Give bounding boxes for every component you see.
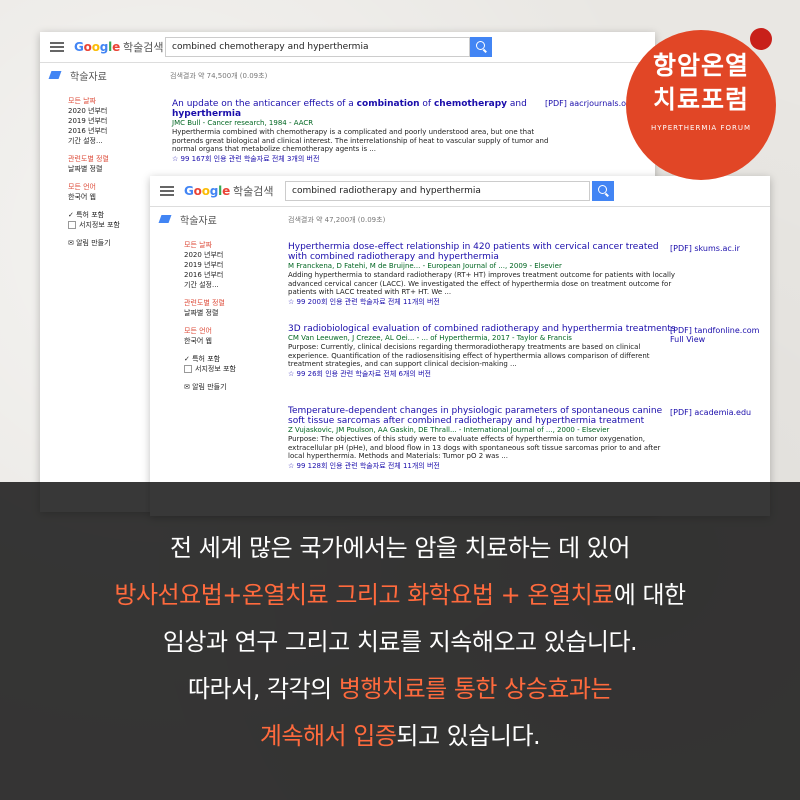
scholar-window-radiotherapy: Google 학술검색 combined radiotherapy and hy… [150, 176, 770, 516]
sidebar-item-since-2016[interactable]: 2016 년부터 [68, 126, 178, 136]
hamburger-menu-icon[interactable] [160, 184, 174, 198]
sidebar-item-custom-range[interactable]: 기간 설정... [184, 280, 294, 290]
search-result: An update on the anticancer effects of a… [172, 99, 562, 164]
sidebar-item-any-time[interactable]: 모든 날짜 [68, 96, 178, 106]
search-icon [476, 41, 485, 50]
sidebar-item-korean[interactable]: 한국어 웹 [184, 336, 294, 346]
caption-line1: 전 세계 많은 국가에서는 암을 치료하는 데 있어 [170, 534, 630, 562]
sidebar-checkbox-citations[interactable]: 서지정보 포함 [184, 364, 294, 374]
result-meta: M Franckena, D Fatehi, M de Bruijne... -… [288, 262, 562, 270]
search-input[interactable]: combined radiotherapy and hyperthermia [285, 181, 590, 201]
badge-line1: 항암온열 [652, 51, 749, 80]
sidebar-item-custom-range[interactable]: 기간 설정... [68, 136, 178, 146]
sidebar-item-since-2019[interactable]: 2019 년부터 [68, 116, 178, 126]
caption-line3: 임상과 연구 그리고 치료를 지속해오고 있습니다. [162, 628, 638, 656]
result-count: 검색결과 약 74,500개 (0.09초) [170, 72, 268, 80]
result-meta: CM Van Leeuwen, J Crezee, AL Oei... - ..… [288, 334, 572, 342]
sub-bar: 학술자료 검색결과 약 47,200개 (0.09초) [150, 207, 770, 231]
sidebar-item-since-2019[interactable]: 2019 년부터 [184, 260, 294, 270]
forum-badge-logo: 항암온열 치료포럼 HYPERTHERMIA FORUM [626, 28, 776, 180]
sidebar-item-any-time[interactable]: 모든 날짜 [184, 240, 294, 250]
sidebar: 모든 날짜 2020 년부터 2019 년부터 2016 년부터 기간 설정..… [184, 240, 294, 392]
search-result: Hyperthermia dose-effect relationship in… [288, 242, 678, 307]
result-actions[interactable]: ☆ 99 200회 인용 관련 학술자료 전체 11개의 버전 [288, 297, 678, 307]
search-icon [598, 185, 607, 194]
result-title-link[interactable]: Temperature-dependent changes in physiol… [288, 406, 678, 426]
result-title-link[interactable]: Hyperthermia dose-effect relationship in… [288, 242, 678, 262]
hamburger-menu-icon[interactable] [50, 40, 64, 54]
sidebar-item-since-2016[interactable]: 2016 년부터 [184, 270, 294, 280]
badge-line3: HYPERTHERMIA FORUM [650, 124, 752, 132]
result-pdf-link[interactable]: [PDF] academia.edu [670, 408, 751, 417]
result-meta: JMC Bull - Cancer research, 1984 - AACR [172, 119, 314, 127]
sub-bar: 학술자료 검색결과 약 74,500개 (0.09초) [40, 63, 655, 87]
result-pdf-link[interactable]: [PDF] tandfonline.com Full View [670, 326, 759, 344]
result-title-link[interactable]: An update on the anticancer effects of a… [172, 99, 562, 119]
search-button[interactable] [592, 181, 614, 201]
search-result: 3D radiobiological evaluation of combine… [288, 324, 678, 379]
google-logo[interactable]: Google [184, 184, 230, 198]
result-snippet: Hyperthermia combined with chemotherapy … [172, 128, 549, 153]
search-result: Temperature-dependent changes in physiol… [288, 406, 678, 471]
result-actions[interactable]: ☆ 99 167회 인용 관련 학술자료 전체 3개의 버전 [172, 154, 562, 164]
scholar-cap-icon [158, 215, 172, 223]
scholar-cap-icon [48, 71, 62, 79]
result-actions[interactable]: ☆ 99 26회 인용 관련 학술자료 전체 6개의 버전 [288, 369, 678, 379]
sidebar-item-sort-date[interactable]: 날짜별 정렬 [68, 164, 178, 174]
scholar-label: 학술검색 [233, 185, 274, 198]
top-bar: Google 학술검색 combined chemotherapy and hy… [40, 32, 655, 63]
result-pdf-link[interactable]: [PDF] aacrjournals.org [545, 99, 634, 108]
badge-line2: 치료포럼 [652, 85, 749, 114]
sidebar-item-since-2020[interactable]: 2020 년부터 [68, 106, 178, 116]
result-pdf-link[interactable]: [PDF] skums.ac.ir [670, 244, 740, 253]
sidebar-item-sort-relevance[interactable]: 관련도별 정렬 [68, 154, 178, 164]
result-title-link[interactable]: 3D radiobiological evaluation of combine… [288, 324, 678, 334]
search-button[interactable] [470, 37, 492, 57]
scholar-label: 학술검색 [123, 41, 164, 54]
sidebar-item-sort-relevance[interactable]: 관련도별 정렬 [184, 298, 294, 308]
caption-line2: 방사선요법+온열치료 그리고 화학요법 + 온열치료에 대한 [114, 581, 686, 609]
sidebar-item-any-language[interactable]: 모든 언어 [184, 326, 294, 336]
sidebar-item-since-2020[interactable]: 2020 년부터 [184, 250, 294, 260]
result-snippet: Purpose: Currently, clinical decisions r… [288, 343, 650, 368]
result-snippet: Adding hyperthermia to standard radiothe… [288, 271, 676, 296]
caption-line4: 따라서, 각각의 병행치료를 통한 상승효과는 [187, 675, 613, 703]
section-label: 학술자료 [70, 71, 107, 83]
sidebar-checkbox-patents[interactable]: ✓ 특허 포함 [184, 354, 294, 364]
google-logo[interactable]: Google [74, 40, 120, 54]
section-label: 학술자료 [180, 215, 217, 227]
result-count: 검색결과 약 47,200개 (0.09초) [288, 216, 386, 224]
result-actions[interactable]: ☆ 99 128회 인용 관련 학술자료 전체 11개의 버전 [288, 461, 678, 471]
sidebar-item-create-alert[interactable]: ✉ 알림 만들기 [184, 382, 294, 392]
result-meta: Z Vujaskovic, JM Poulson, AA Gaskin, DE … [288, 426, 610, 434]
top-bar: Google 학술검색 combined radiotherapy and hy… [150, 176, 770, 207]
result-snippet: Purpose: The objectives of this study we… [288, 435, 661, 460]
caption-line5: 계속해서 입증되고 있습니다. [259, 722, 541, 750]
sidebar-item-sort-date[interactable]: 날짜별 정렬 [184, 308, 294, 318]
search-input[interactable]: combined chemotherapy and hyperthermia [165, 37, 470, 57]
